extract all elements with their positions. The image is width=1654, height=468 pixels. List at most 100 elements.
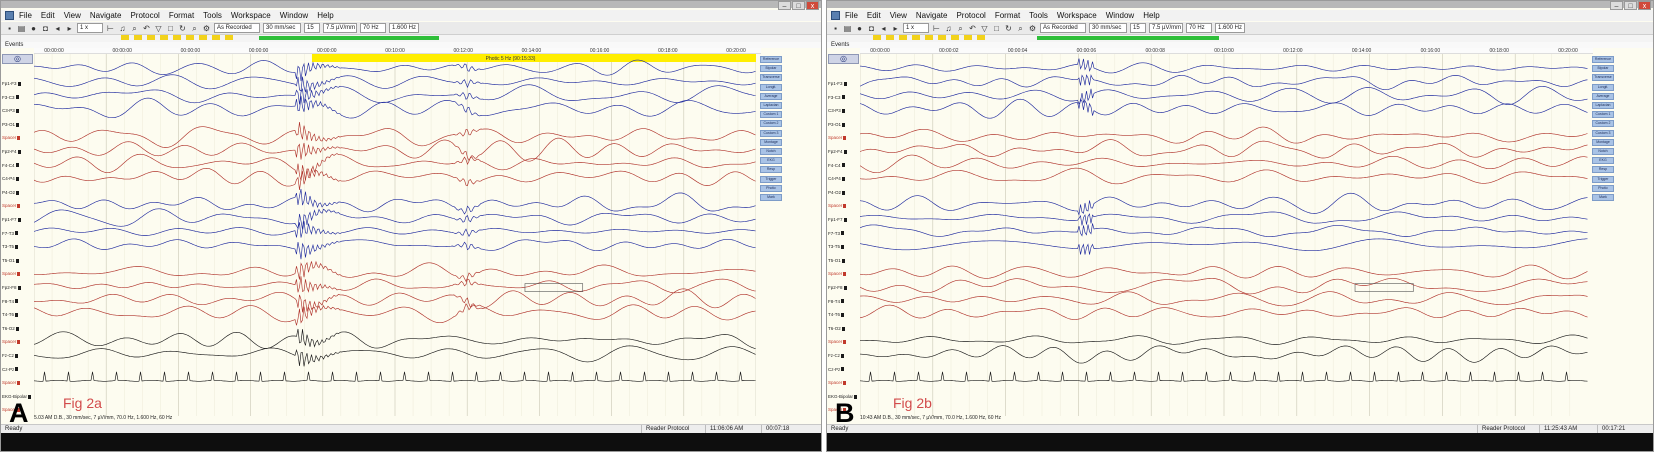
play-icon[interactable]: ▸ <box>891 24 900 33</box>
hff-select[interactable]: 1.600 Hz <box>1215 23 1245 33</box>
channel-label[interactable]: Spacer <box>2 338 32 345</box>
channel-label[interactable]: Cz-Pz <box>2 366 32 373</box>
play-icon[interactable]: ▸ <box>65 24 74 33</box>
channel-label[interactable]: T6-O2 <box>828 325 858 332</box>
menu-workspace[interactable]: Workspace <box>231 11 271 20</box>
rewind-icon[interactable]: ◂ <box>879 24 888 33</box>
minimize-button[interactable]: – <box>778 1 791 10</box>
channel-label[interactable]: Cz-Pz <box>828 366 858 373</box>
channel-label[interactable]: T6-O2 <box>2 325 32 332</box>
menu-format[interactable]: Format <box>169 11 194 20</box>
montage-button[interactable]: Custom 3 <box>1592 129 1614 137</box>
montage-button[interactable]: Notch <box>1592 148 1614 155</box>
montage-button[interactable]: EKG <box>760 157 782 165</box>
channel-label[interactable]: Fp2-F8 <box>828 284 858 291</box>
music-icon[interactable]: ♫ <box>118 24 127 33</box>
channel-label[interactable]: Spacer <box>2 202 32 209</box>
channel-label[interactable]: P3-O1 <box>2 121 32 128</box>
view-mode-select[interactable]: As Recorded <box>1040 23 1086 33</box>
channel-label[interactable]: C4-P4 <box>828 175 858 182</box>
zoom-icon[interactable]: ⌕ <box>130 24 139 33</box>
channel-label[interactable]: Spacer <box>828 270 858 277</box>
channel-label[interactable]: Spacer <box>828 338 858 345</box>
montage-button[interactable]: Laplacian <box>1592 102 1614 109</box>
montage-button[interactable]: Custom 2 <box>760 120 782 128</box>
channel-label[interactable]: T3-T5 <box>2 243 32 250</box>
close-button[interactable]: x <box>806 1 819 10</box>
sensitivity-select[interactable]: 7.5 µV/mm <box>323 23 357 33</box>
hff-select[interactable]: 1.600 Hz <box>389 23 419 33</box>
menu-protocol[interactable]: Protocol <box>130 11 159 20</box>
channel-label[interactable]: Fz-Cz <box>2 352 32 359</box>
montage-button[interactable]: Mark <box>1592 194 1614 201</box>
rewind-icon[interactable]: ◂ <box>53 24 62 33</box>
eeg-trace-area[interactable] <box>860 54 1588 416</box>
menu-window[interactable]: Window <box>1106 11 1134 20</box>
print-icon[interactable]: ▤ <box>843 24 852 33</box>
play-speed-select[interactable]: 1 x <box>77 23 103 33</box>
channel-label[interactable]: F3-C3 <box>828 94 858 101</box>
menu-view[interactable]: View <box>64 11 81 20</box>
menu-edit[interactable]: Edit <box>41 11 55 20</box>
menu-file[interactable]: File <box>845 11 858 20</box>
channel-label[interactable]: T5-O1 <box>2 257 32 264</box>
settings-icon[interactable]: ⚙ <box>202 24 211 33</box>
record-icon[interactable]: ● <box>855 24 864 33</box>
select-icon[interactable]: □ <box>166 24 175 33</box>
channel-label[interactable]: Fp1-F7 <box>828 216 858 223</box>
menu-tools[interactable]: Tools <box>203 11 222 20</box>
montage-button[interactable]: Custom 1 <box>1592 111 1614 119</box>
menu-tools[interactable]: Tools <box>1029 11 1048 20</box>
select-icon[interactable]: □ <box>992 24 1001 33</box>
refresh-icon[interactable]: ↻ <box>178 24 187 33</box>
channel-label[interactable]: Fp1-F7 <box>2 216 32 223</box>
channel-label[interactable]: F8-T4 <box>2 298 32 305</box>
maximize-button[interactable]: □ <box>792 1 805 10</box>
montage-button[interactable]: Average <box>1592 92 1614 100</box>
page-select[interactable]: 15 <box>304 23 320 33</box>
montage-button[interactable]: Transverse <box>1592 74 1614 82</box>
montage-button[interactable]: Custom 2 <box>1592 120 1614 128</box>
menu-window[interactable]: Window <box>280 11 308 20</box>
channel-label[interactable]: C4-P4 <box>2 175 32 182</box>
montage-button[interactable]: Resp <box>760 166 782 174</box>
montage-button[interactable]: Photic <box>1592 184 1614 192</box>
channel-label[interactable]: Spacer <box>828 379 858 386</box>
channel-label[interactable]: T4-T6 <box>828 311 858 318</box>
undo-icon[interactable]: ↶ <box>142 24 151 33</box>
undo-icon[interactable]: ↶ <box>968 24 977 33</box>
channel-label[interactable]: Fz-Cz <box>828 352 858 359</box>
channel-label[interactable]: Spacer <box>2 270 32 277</box>
timebase-select[interactable]: 30 mm/sec <box>263 23 301 33</box>
channel-label[interactable]: Fp1-F3 <box>2 80 32 87</box>
refresh-icon[interactable]: ↻ <box>1004 24 1013 33</box>
channel-label[interactable]: Fp2-F4 <box>2 148 32 155</box>
filter-icon[interactable]: ▽ <box>980 24 989 33</box>
montage-button[interactable]: Mark <box>760 194 782 201</box>
maximize-button[interactable]: □ <box>1624 1 1637 10</box>
view-mode-select[interactable]: As Recorded <box>214 23 260 33</box>
montage-button[interactable]: Montage <box>1592 138 1614 146</box>
save-icon[interactable]: ▪ <box>5 24 14 33</box>
montage-button[interactable]: EKG <box>1592 157 1614 165</box>
save-icon[interactable]: ▪ <box>831 24 840 33</box>
channel-label[interactable]: P4-O2 <box>2 189 32 196</box>
channel-label[interactable]: C3-P3 <box>2 107 32 114</box>
montage-button[interactable]: Trigger <box>760 175 782 183</box>
montage-icon[interactable]: ◎ <box>2 54 33 64</box>
montage-button[interactable]: Bipolar <box>760 65 782 73</box>
channel-label[interactable]: F7-T3 <box>2 230 32 237</box>
channel-label[interactable]: F8-T4 <box>828 298 858 305</box>
channel-label[interactable]: Spacer <box>828 202 858 209</box>
channel-label[interactable]: Spacer <box>828 134 858 141</box>
sensitivity-select[interactable]: 7.5 µV/mm <box>1149 23 1183 33</box>
page-progress-bar[interactable] <box>259 36 439 40</box>
montage-button[interactable]: Trigger <box>1592 175 1614 183</box>
lff-select[interactable]: 70 Hz <box>360 23 386 33</box>
channel-label[interactable]: Spacer <box>2 379 32 386</box>
timebase-select[interactable]: 30 mm/sec <box>1089 23 1127 33</box>
channel-label[interactable]: F4-C4 <box>2 162 32 169</box>
channel-label[interactable]: T3-T5 <box>828 243 858 250</box>
channel-label[interactable]: F3-C3 <box>2 94 32 101</box>
channel-label[interactable]: F4-C4 <box>828 162 858 169</box>
